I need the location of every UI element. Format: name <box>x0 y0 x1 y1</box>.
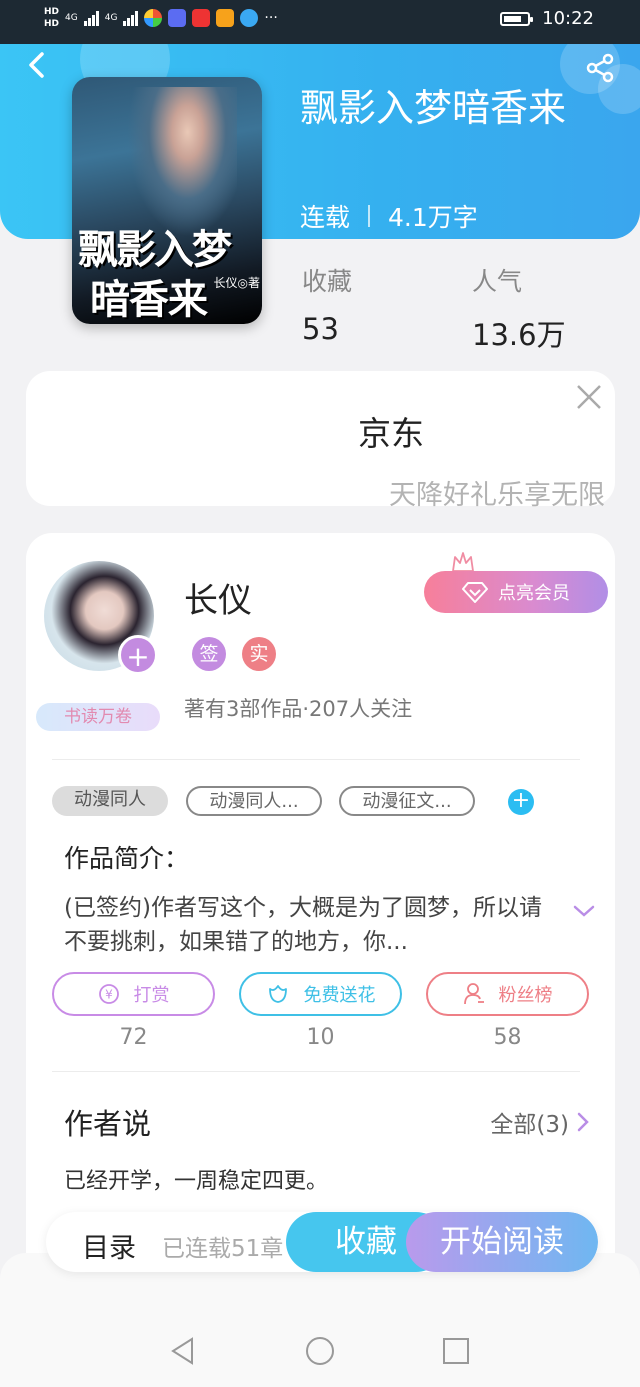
nav-recents-icon[interactable] <box>441 1336 471 1366</box>
network-type-2: 4G <box>104 13 118 23</box>
popularity-stat: 人气 13.6万 <box>472 262 566 354</box>
author-says-title: 作者说 <box>64 1107 152 1141</box>
divider <box>52 759 580 760</box>
status-bar: HD HD 4G 4G ··· 10:22 <box>0 0 640 44</box>
cover-illustration <box>127 87 237 237</box>
follow-author-button[interactable]: + <box>118 635 158 675</box>
fan-ranking-button[interactable]: 粉丝榜 <box>426 972 589 1016</box>
meta-divider <box>368 205 371 227</box>
send-flower-button[interactable]: 免费送花 <box>239 972 402 1016</box>
book-detail-card: + 书读万卷 长仪 签 实 著有3部作品·207人关注 点亮会员 动漫同人 动漫… <box>26 533 615 1293</box>
network-type-1: 4G <box>65 13 78 23</box>
word-count: 4.1万字 <box>388 203 478 232</box>
nav-back-icon[interactable] <box>168 1336 198 1366</box>
favorites-value: 53 <box>302 312 339 346</box>
vip-button-label: 点亮会员 <box>498 583 570 604</box>
app-notification-icon-1 <box>144 9 163 27</box>
chapter-progress[interactable]: 已连载51章 <box>162 1229 283 1263</box>
tip-button[interactable]: ¥ 打赏 <box>52 972 215 1016</box>
favorites-stat: 收藏 53 <box>302 262 352 346</box>
user-icon <box>463 983 484 1005</box>
app-notification-icon-5 <box>240 9 259 27</box>
verified-badge: 实 <box>242 637 276 671</box>
start-reading-button[interactable]: 开始阅读 <box>406 1212 598 1272</box>
favorites-label: 收藏 <box>302 267 353 296</box>
flower-count: 10 <box>306 1025 335 1050</box>
cover-author: 长仪◎著 <box>213 276 260 290</box>
tag-chip[interactable]: 动漫同人 <box>52 786 168 816</box>
chevron-down-icon[interactable] <box>572 903 596 919</box>
nav-home-icon[interactable] <box>305 1336 335 1366</box>
ad-slogan: 天降好礼乐享无限 <box>389 480 605 511</box>
chevron-right-icon <box>577 1112 589 1132</box>
book-title: 飘影入梦暗香来 <box>300 86 567 130</box>
intro-text[interactable]: (已签约)作者写这个，大概是为了圆梦，所以请不要挑刺，如果错了的地方，你... <box>64 891 554 959</box>
hd-indicator: HD HD <box>44 6 59 30</box>
diamond-icon <box>462 582 488 603</box>
battery-icon <box>500 11 534 26</box>
author-says-all-label: 全部(3) <box>490 1112 569 1138</box>
fan-ranking-label: 粉丝榜 <box>498 985 553 1006</box>
author-works-summary: 著有3部作品·207人关注 <box>184 697 413 721</box>
system-nav-bar <box>0 1310 640 1387</box>
ad-brand: 京东 <box>358 414 424 453</box>
crown-icon <box>452 552 474 572</box>
serial-status: 连载 <box>300 203 351 232</box>
reader-level-badge: 书读万卷 <box>36 703 160 731</box>
ad-banner[interactable]: 京东 天降好礼乐享无限 <box>26 371 615 511</box>
more-notifications-icon: ··· <box>264 10 278 26</box>
back-arrow-icon[interactable] <box>22 50 52 80</box>
popularity-value: 13.6万 <box>472 318 566 352</box>
book-cover[interactable]: 飘影入梦 长仪◎著 暗香来 <box>72 77 262 324</box>
author-says-all-link[interactable]: 全部(3) <box>490 1105 589 1139</box>
bottom-action-bar: 目录 已连载51章 收藏 开始阅读 <box>46 1212 598 1272</box>
app-notification-icon-3 <box>192 9 211 27</box>
fan-count: 58 <box>493 1025 522 1050</box>
tip-label: 打赏 <box>133 985 170 1006</box>
hd-label-1: HD <box>44 7 60 17</box>
author-says-text: 已经开学，一周稳定四更。 <box>64 1169 329 1194</box>
tag-chip[interactable]: 动漫同人... <box>186 786 322 816</box>
tag-chip[interactable]: 动漫征文... <box>339 786 475 816</box>
popularity-label: 人气 <box>472 267 523 296</box>
share-icon[interactable] <box>584 52 616 84</box>
app-notification-icon-2 <box>168 9 187 27</box>
status-icons-left: HD HD 4G 4G ··· <box>44 6 278 30</box>
send-flower-label: 免费送花 <box>303 985 376 1006</box>
signal-icon <box>83 10 99 26</box>
clock: 10:22 <box>542 8 594 29</box>
flower-icon <box>268 985 287 1003</box>
app-notification-icon-4 <box>216 9 235 27</box>
tip-count: 72 <box>119 1025 148 1050</box>
add-tag-button[interactable]: + <box>508 789 534 815</box>
signed-badge: 签 <box>192 637 226 671</box>
vip-member-button[interactable]: 点亮会员 <box>424 571 608 613</box>
svg-text:¥: ¥ <box>105 988 113 1002</box>
cover-title-line2: 暗香来 <box>90 276 208 323</box>
intro-title: 作品简介： <box>64 844 190 873</box>
yuan-coin-icon: ¥ <box>98 984 119 1004</box>
author-name[interactable]: 长仪 <box>184 573 252 622</box>
divider <box>52 1071 580 1072</box>
status-icons-right: 10:22 <box>500 8 594 29</box>
toc-button[interactable]: 目录 <box>82 1226 136 1265</box>
signal-icon-2 <box>123 10 139 26</box>
book-meta: 连载 4.1万字 <box>300 198 478 234</box>
hd-label-2: HD <box>44 19 60 29</box>
